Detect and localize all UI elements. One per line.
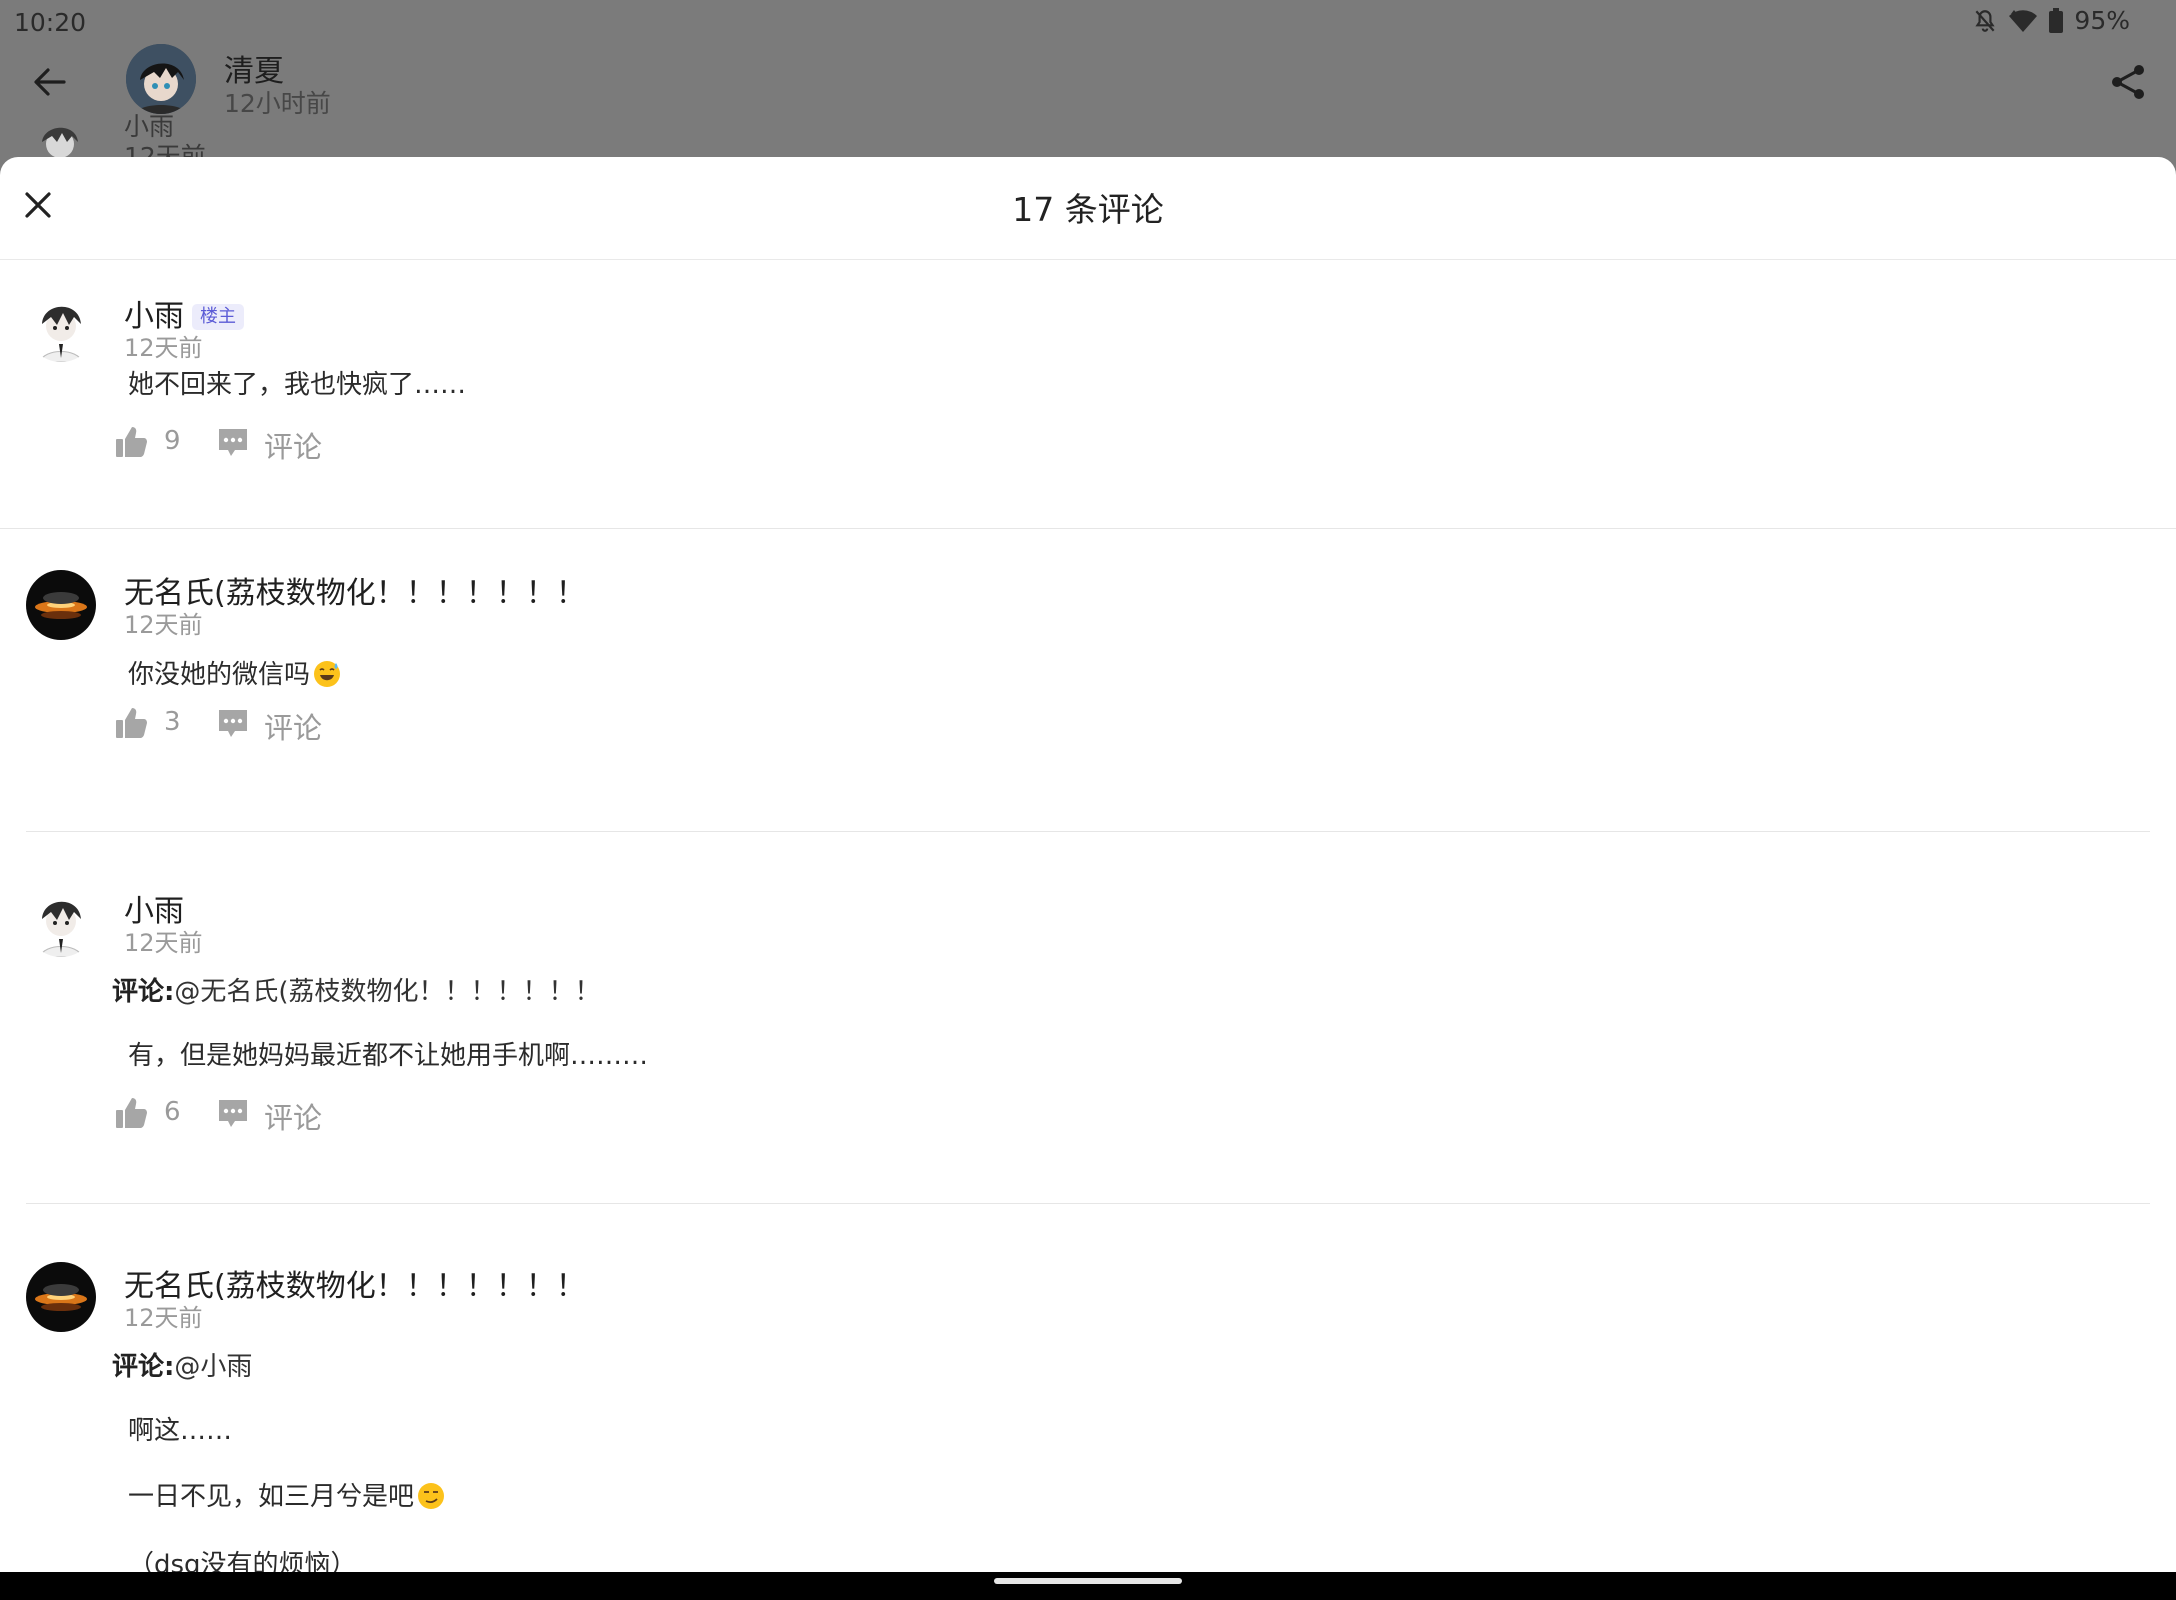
status-time: 10:20 [14, 8, 87, 37]
reply-mention[interactable]: @小雨 [174, 1352, 252, 1382]
comment-text-line: 啊这…… [128, 1416, 233, 1446]
reply-button[interactable]: 评论 [216, 1091, 326, 1135]
sheet-header: 17 条评论 [0, 157, 2176, 260]
post-page-background: 10:20 95% 清夏 12小时前 小雨 12天前 [0, 0, 2176, 160]
reply-reference: 评论:@无名氏(荔枝数物化！！！！！！！ [112, 977, 601, 1007]
reply-reference: 评论:@小雨 [112, 1352, 253, 1382]
comment-bubble-icon [219, 710, 247, 737]
thumbs-up-icon [116, 427, 147, 457]
thumbs-up-icon [116, 708, 147, 738]
reply-label: 评论 [264, 1101, 323, 1135]
reply-label: 评论 [264, 430, 323, 464]
divider [26, 1203, 2150, 1204]
notifications-muted-icon [1972, 8, 1998, 34]
sweat-smile-emoji [314, 661, 341, 687]
peek-avatar [32, 116, 88, 160]
battery-icon [2048, 7, 2064, 34]
like-count: 9 [164, 426, 181, 456]
reply-button[interactable]: 评论 [216, 420, 326, 464]
comment-text: 你没她的微信吗 [128, 654, 342, 691]
share-icon [2112, 65, 2144, 99]
comment-bubble-icon [219, 1100, 247, 1127]
comment-text-line: 一日不见，如三月兮是吧 [128, 1476, 446, 1513]
smirk-emoji [418, 1483, 445, 1509]
comment-time: 12天前 [124, 611, 203, 639]
author-avatar[interactable] [126, 44, 196, 114]
arrow-left-icon [34, 68, 66, 96]
system-nav-bar [0, 1572, 2176, 1600]
comment-time: 12天前 [124, 929, 203, 957]
home-gesture-pill[interactable] [994, 1578, 1182, 1584]
status-icons: 95% [1972, 6, 2130, 35]
post-time: 12小时前 [224, 89, 331, 118]
sheet-title: 17 条评论 [1012, 190, 1164, 229]
status-bar: 10:20 95% [0, 0, 2176, 44]
commenter-avatar[interactable] [26, 887, 96, 957]
comment-text: 有，但是她妈妈最近都不让她用手机啊……… [128, 1041, 649, 1071]
comment-time: 12天前 [124, 1304, 203, 1332]
author-badge: 楼主 [192, 304, 244, 330]
like-button[interactable]: 9 [114, 420, 200, 464]
commenter-avatar[interactable] [26, 292, 96, 362]
like-count: 6 [164, 1097, 181, 1127]
like-count: 3 [164, 707, 181, 737]
battery-percent: 95% [2074, 6, 2130, 35]
divider [0, 528, 2176, 529]
comment-bubble-icon [219, 429, 247, 456]
commenter-avatar[interactable] [26, 1262, 96, 1332]
comment-text: 她不回来了，我也快疯了…… [128, 370, 467, 400]
reply-button[interactable]: 评论 [216, 701, 326, 745]
like-button[interactable]: 3 [114, 701, 200, 745]
wifi-icon [2008, 8, 2038, 34]
reply-mention[interactable]: @无名氏(荔枝数物化！！！！！！！ [174, 977, 600, 1007]
back-button[interactable] [28, 60, 72, 104]
comment-time: 12天前 [124, 334, 203, 362]
divider [26, 831, 2150, 832]
share-button[interactable] [2108, 62, 2148, 102]
peek-text: 小雨 12天前 [124, 112, 206, 160]
commenter-avatar[interactable] [26, 570, 96, 640]
like-button[interactable]: 6 [114, 1091, 200, 1135]
reply-label: 评论 [264, 711, 323, 745]
comments-sheet: 17 条评论 小雨 楼主 12天前 她不回来了，我也快疯了…… 9 评论 无名氏(… [0, 157, 2176, 1572]
thumbs-up-icon [116, 1098, 147, 1128]
comment-text-line: （dsg没有的烦恼） [128, 1550, 357, 1572]
